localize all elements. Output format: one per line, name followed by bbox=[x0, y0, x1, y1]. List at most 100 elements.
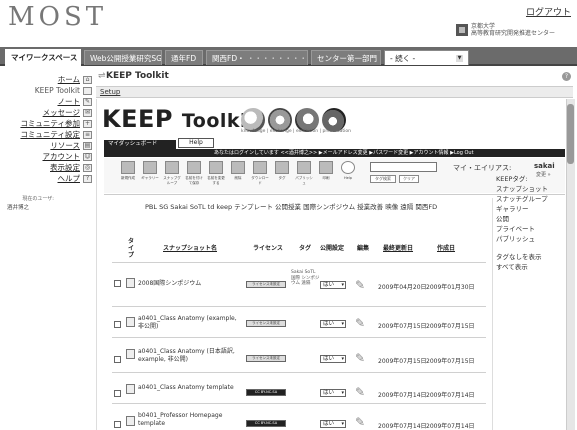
print-button[interactable]: 印刷 bbox=[316, 161, 336, 181]
publish-label: パブリッシュ bbox=[295, 176, 313, 185]
tab-annual-fd[interactable]: 通年FD bbox=[165, 50, 203, 65]
tab-my-workspace[interactable]: マイワークスペース bbox=[5, 49, 81, 67]
show-untagged-link[interactable]: タグなしを表示 bbox=[493, 252, 564, 262]
more-sites-select[interactable]: - 続く - ▼ bbox=[384, 50, 469, 65]
public-select[interactable]: はい bbox=[320, 389, 346, 397]
updated-date: 2009年07月15日 bbox=[378, 358, 427, 365]
snapshot-doc-icon bbox=[126, 349, 135, 359]
edit-pencil-icon[interactable]: ✎ bbox=[355, 278, 369, 292]
nav-help-label: ヘルプ bbox=[57, 174, 81, 183]
row-checkbox[interactable] bbox=[114, 390, 121, 397]
help-tab[interactable]: Help bbox=[178, 138, 214, 148]
resource-icon: ▤ bbox=[83, 141, 92, 150]
row-checkbox[interactable] bbox=[114, 321, 121, 328]
pin-icon: ⇌ bbox=[98, 71, 106, 81]
nav-community-settings[interactable]: コミュニティ設定 ≡ bbox=[0, 129, 92, 140]
account-bar: あなたはログインしています <<酒井博之>> ▶メールアドレス変更 ▶パスワード… bbox=[104, 149, 565, 157]
keep-logo: KEEP Toolkit bbox=[102, 105, 257, 133]
license-badge[interactable]: ライセンス未設定 bbox=[246, 281, 286, 288]
delete-icon bbox=[231, 161, 245, 174]
nav-account[interactable]: アカウント ☺ bbox=[0, 151, 92, 162]
logout-link[interactable]: ログアウト bbox=[526, 5, 571, 18]
rename-button[interactable]: 名前を変更する bbox=[206, 161, 226, 185]
license-badge[interactable]: ライセンス未設定 bbox=[246, 355, 286, 362]
tag-filter-snapgroup[interactable]: スナッチグループ bbox=[493, 194, 564, 204]
nav-keep-toolkit[interactable]: KEEP Toolkit bbox=[0, 85, 92, 96]
new-button[interactable]: 新規作成 bbox=[118, 161, 138, 181]
nav-resource[interactable]: リソース ▤ bbox=[0, 140, 92, 151]
nav-community-join-label: コミュニティ参加 bbox=[20, 119, 80, 128]
nav-home[interactable]: ホーム ⌂ bbox=[0, 74, 92, 85]
institution-line-2: 高等教育研究開発推進センター bbox=[471, 30, 556, 37]
public-select[interactable]: はい bbox=[320, 355, 346, 363]
row-checkbox[interactable] bbox=[114, 356, 121, 363]
clear-button[interactable]: クリア bbox=[399, 175, 419, 183]
my-dashboard-tab[interactable]: マイダッシュボード bbox=[104, 140, 176, 149]
snapshot-name-link[interactable]: a0401_Class Anatomy (example, 非公開) bbox=[138, 315, 238, 331]
edit-pencil-icon[interactable]: ✎ bbox=[355, 385, 369, 399]
tab-center-dept[interactable]: センター第一部門 bbox=[311, 50, 381, 65]
nav-community-join[interactable]: コミュニティ参加 + bbox=[0, 118, 92, 129]
row-checkbox[interactable] bbox=[114, 280, 121, 287]
show-all-link[interactable]: すべて表示 bbox=[493, 262, 564, 272]
col-license: ライセンス bbox=[253, 245, 283, 252]
alias-value: sakai bbox=[534, 162, 555, 170]
tag-filter-gallery[interactable]: ギャラリー bbox=[493, 204, 564, 214]
snapshot-name-link[interactable]: 2008国際シンポジウム bbox=[138, 278, 201, 287]
tab-web-class-sg[interactable]: Web公開授業研究SG bbox=[84, 50, 162, 65]
page-title-text: KEEP Toolkit bbox=[106, 71, 169, 81]
col-created[interactable]: 作成日 bbox=[437, 243, 455, 252]
edit-pencil-icon[interactable]: ✎ bbox=[355, 415, 369, 429]
license-badge[interactable]: CC BY-NC-SA bbox=[246, 420, 286, 427]
toolbar-help-button[interactable]: Help bbox=[338, 161, 358, 181]
snapshot-name-link[interactable]: b0401_Professor Homepage template bbox=[138, 412, 243, 428]
publish-button[interactable]: パブリッシュ bbox=[294, 161, 314, 185]
gallery-button[interactable]: ギャラリー bbox=[140, 161, 160, 181]
tag-filter-public[interactable]: 公開 bbox=[493, 214, 564, 224]
created-date: 2009年07月15日 bbox=[426, 358, 475, 365]
nav-note[interactable]: ノート ✎ bbox=[0, 96, 92, 107]
edit-pencil-icon[interactable]: ✎ bbox=[355, 351, 369, 365]
scrollbar-thumb[interactable] bbox=[567, 104, 574, 164]
tab-kansai-fd[interactable]: 関西FD・ ・・・・・・・・▼ bbox=[206, 50, 308, 65]
help-circle-icon[interactable]: ? bbox=[562, 72, 571, 81]
public-select[interactable]: はい bbox=[320, 281, 346, 289]
keep-tags-panel: KEEPタグ: スナップショット スナッチグループ ギャラリー 公開 プライベー… bbox=[492, 175, 564, 430]
row-checkbox[interactable] bbox=[114, 421, 121, 428]
license-badge[interactable]: CC BY-NC-SA bbox=[246, 389, 286, 396]
col-name[interactable]: スナップショット名 bbox=[163, 243, 217, 252]
nav-help[interactable]: ヘルプ? bbox=[0, 173, 92, 184]
save-as-button[interactable]: 名前を付けて保存 bbox=[184, 161, 204, 185]
tag-button[interactable]: タグ bbox=[272, 161, 292, 181]
kyoto-university-logo-icon bbox=[456, 24, 468, 36]
row-separator bbox=[112, 262, 486, 263]
setup-link[interactable]: Setup bbox=[100, 88, 120, 96]
account-icon: ☺ bbox=[83, 152, 92, 161]
more-sites-label: - 続く - bbox=[390, 54, 416, 63]
snapshot-doc-icon bbox=[126, 416, 135, 426]
tag-cloud[interactable]: PBL SG Sakai SoTL td keep テンプレート 公開授業 国際… bbox=[145, 201, 437, 211]
nav-account-label: アカウント bbox=[42, 152, 81, 161]
tag-search-button[interactable]: タグ検索 bbox=[370, 175, 396, 183]
snapshot-name-link[interactable]: a0401_Class Anatomy template bbox=[138, 384, 234, 391]
nav-display-settings[interactable]: 表示設定 ◎ bbox=[0, 162, 92, 173]
delete-button[interactable]: 削除 bbox=[228, 161, 248, 181]
nav-resource-label: リソース bbox=[50, 141, 80, 150]
download-button[interactable]: ダウンロード bbox=[250, 161, 270, 185]
nav-message[interactable]: メッセージ ✉ bbox=[0, 107, 92, 118]
public-select[interactable]: はい bbox=[320, 420, 346, 428]
snapshot-name-link[interactable]: a0401_Class Anatomy (日本語訳, example, 非公開) bbox=[138, 348, 243, 364]
row-separator bbox=[112, 337, 486, 338]
tag-filter-private[interactable]: プライベート bbox=[493, 224, 564, 234]
tag-filter-publish[interactable]: パブリッシュ bbox=[493, 234, 564, 244]
license-badge[interactable]: ライセンス未設定 bbox=[246, 320, 286, 327]
tag-filter-snapshot[interactable]: スナップショット bbox=[493, 184, 564, 194]
edit-pencil-icon[interactable]: ✎ bbox=[355, 316, 369, 330]
public-select[interactable]: はい bbox=[320, 320, 346, 328]
snapgroup-button[interactable]: スナップグループ bbox=[162, 161, 182, 185]
snapshot-doc-icon bbox=[126, 317, 135, 327]
created-date: 2009年07月14日 bbox=[426, 423, 475, 430]
col-updated[interactable]: 最終更新日 bbox=[383, 243, 413, 252]
tag-search-input[interactable] bbox=[370, 162, 437, 172]
gallery-label: ギャラリー bbox=[141, 176, 159, 180]
